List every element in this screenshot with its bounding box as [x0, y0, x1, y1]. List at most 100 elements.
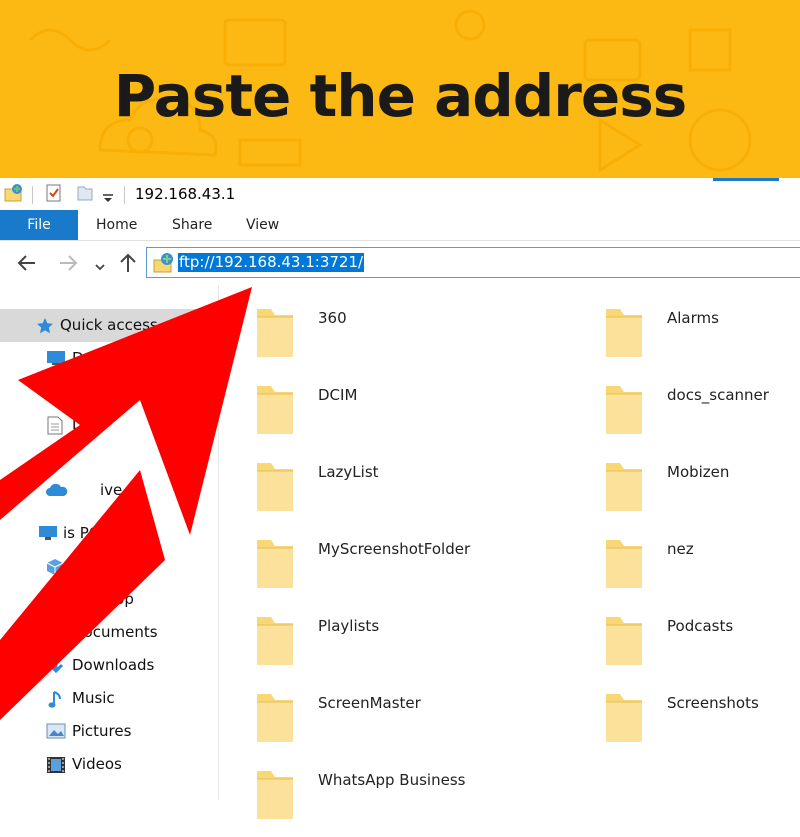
sidebar-item-pictures-pinned[interactable] [0, 441, 218, 474]
download-arrow-icon [47, 657, 65, 679]
sidebar-item-3d-objects[interactable]: 3D Objects [0, 550, 218, 583]
folder-icon [606, 540, 642, 588]
sidebar-item-label: Desktop [72, 590, 134, 608]
title-separator [32, 186, 33, 204]
sidebar-item-downloads[interactable]: Downloads [0, 649, 218, 682]
address-input[interactable]: ftp://192.168.43.1:3721/ [178, 253, 365, 272]
title-accent-bar [713, 178, 779, 181]
desktop-icon [46, 350, 66, 370]
folder-name: docs_scanner [667, 386, 769, 404]
file-explorer-window: 192.168.43.1 File Home Share View ftp://… [0, 178, 800, 819]
folder-icon [606, 463, 642, 511]
sidebar-item-label: De [72, 349, 93, 367]
folder-name: ScreenMaster [318, 694, 421, 712]
sidebar-item-quick-access[interactable]: Quick access [0, 309, 218, 342]
folder-item[interactable]: MyScreenshotFolder [255, 536, 555, 606]
folder-item[interactable]: WhatsApp Business [255, 767, 555, 837]
folder-name: MyScreenshotFolder [318, 540, 471, 558]
sidebar-item-label: Dow [72, 382, 105, 400]
recent-locations-chevron-down-icon[interactable] [94, 258, 106, 277]
folder-item[interactable]: docs_scanner [604, 382, 800, 452]
up-arrow-icon[interactable] [117, 252, 139, 278]
folder-icon [257, 540, 293, 588]
folder-name: LazyList [318, 463, 379, 481]
sidebar-item-desktop-pinned[interactable]: De [0, 342, 218, 375]
window-title: 192.168.43.1 [135, 185, 236, 203]
banner: Paste the address [0, 0, 800, 178]
folder-name: Playlists [318, 617, 380, 635]
folder-item[interactable]: LazyList [255, 459, 555, 529]
folder-item[interactable]: DCIM [255, 382, 555, 452]
sidebar-item-videos[interactable]: Videos [0, 748, 218, 781]
sidebar-item-label: Do [72, 415, 93, 433]
sidebar-item-label: Downloads [72, 656, 155, 674]
folder-grid: 360 Alarms DCIM docs_scanner LazyList Mo… [219, 285, 800, 819]
sidebar-item-desktop[interactable]: Desktop [0, 583, 218, 616]
properties-check-icon[interactable] [44, 183, 64, 207]
sidebar-item-label: Documents [72, 623, 158, 641]
tab-view[interactable]: View [246, 210, 279, 240]
tab-file[interactable]: File [0, 210, 78, 240]
folder-icon [606, 386, 642, 434]
sidebar-item-music[interactable]: Music [0, 682, 218, 715]
new-folder-icon[interactable] [76, 183, 94, 207]
folder-item[interactable]: Playlists [255, 613, 555, 683]
folder-icon [606, 309, 642, 357]
sidebar-item-label: is PC [63, 524, 100, 542]
folder-icon [257, 694, 293, 742]
computer-icon [38, 525, 58, 545]
sidebar-item-documents-pinned[interactable]: Do [0, 408, 218, 441]
folder-icon [606, 694, 642, 742]
folder-item[interactable]: Podcasts [604, 613, 800, 683]
ribbon-tabs: File Home Share View [0, 210, 800, 241]
folder-name: nez [667, 540, 694, 558]
folder-icon [257, 771, 293, 819]
sidebar-item-label: Quick access [60, 316, 158, 334]
folder-icon [257, 617, 293, 665]
pictures-icon [46, 449, 66, 469]
sidebar-item-this-pc[interactable]: is PC [0, 517, 218, 550]
folder-icon [606, 617, 642, 665]
folder-item[interactable]: Mobizen [604, 459, 800, 529]
folder-name: Mobizen [667, 463, 730, 481]
document-icon [47, 416, 63, 439]
folder-item[interactable]: ScreenMaster [255, 690, 555, 760]
folder-name: WhatsApp Business [318, 771, 466, 789]
document-icon [47, 624, 63, 647]
network-folder-icon [4, 183, 24, 207]
star-icon [36, 317, 54, 339]
pictures-icon [46, 723, 66, 743]
cube-icon [46, 558, 64, 580]
sidebar-item-label: 3D Objects [72, 557, 155, 575]
sidebar-item-label: ive [100, 481, 123, 499]
sidebar-item-pictures[interactable]: Pictures [0, 715, 218, 748]
sidebar-item-documents[interactable]: Documents [0, 616, 218, 649]
forward-arrow-icon[interactable] [57, 252, 79, 278]
sidebar-item-onedrive[interactable]: ive [0, 474, 218, 507]
folder-icon [257, 309, 293, 357]
folder-name: Podcasts [667, 617, 734, 635]
folder-item[interactable]: Alarms [604, 305, 800, 375]
desktop-icon [46, 591, 66, 611]
folder-item[interactable]: 360 [255, 305, 555, 375]
folder-name: 360 [318, 309, 347, 327]
sidebar-item-downloads-pinned[interactable]: Dow [0, 375, 218, 408]
download-arrow-icon [47, 383, 65, 405]
folder-name: Screenshots [667, 694, 759, 712]
tab-share[interactable]: Share [172, 210, 212, 240]
banner-title: Paste the address [113, 62, 688, 130]
tab-home[interactable]: Home [96, 210, 137, 240]
back-arrow-icon[interactable] [16, 252, 38, 278]
folder-icon [257, 386, 293, 434]
folder-icon [257, 463, 293, 511]
customize-toolbar-dropdown-icon[interactable] [102, 188, 114, 207]
onedrive-icon [46, 482, 68, 501]
folder-item[interactable]: Screenshots [604, 690, 800, 760]
folder-item[interactable]: nez [604, 536, 800, 606]
navigation-bar: ftp://192.168.43.1:3721/ [0, 241, 800, 285]
film-icon [46, 756, 66, 778]
address-bar[interactable]: ftp://192.168.43.1:3721/ [146, 247, 800, 278]
title-bar: 192.168.43.1 [0, 178, 800, 210]
folder-name: DCIM [318, 386, 358, 404]
sidebar-item-label: Music [72, 689, 115, 707]
